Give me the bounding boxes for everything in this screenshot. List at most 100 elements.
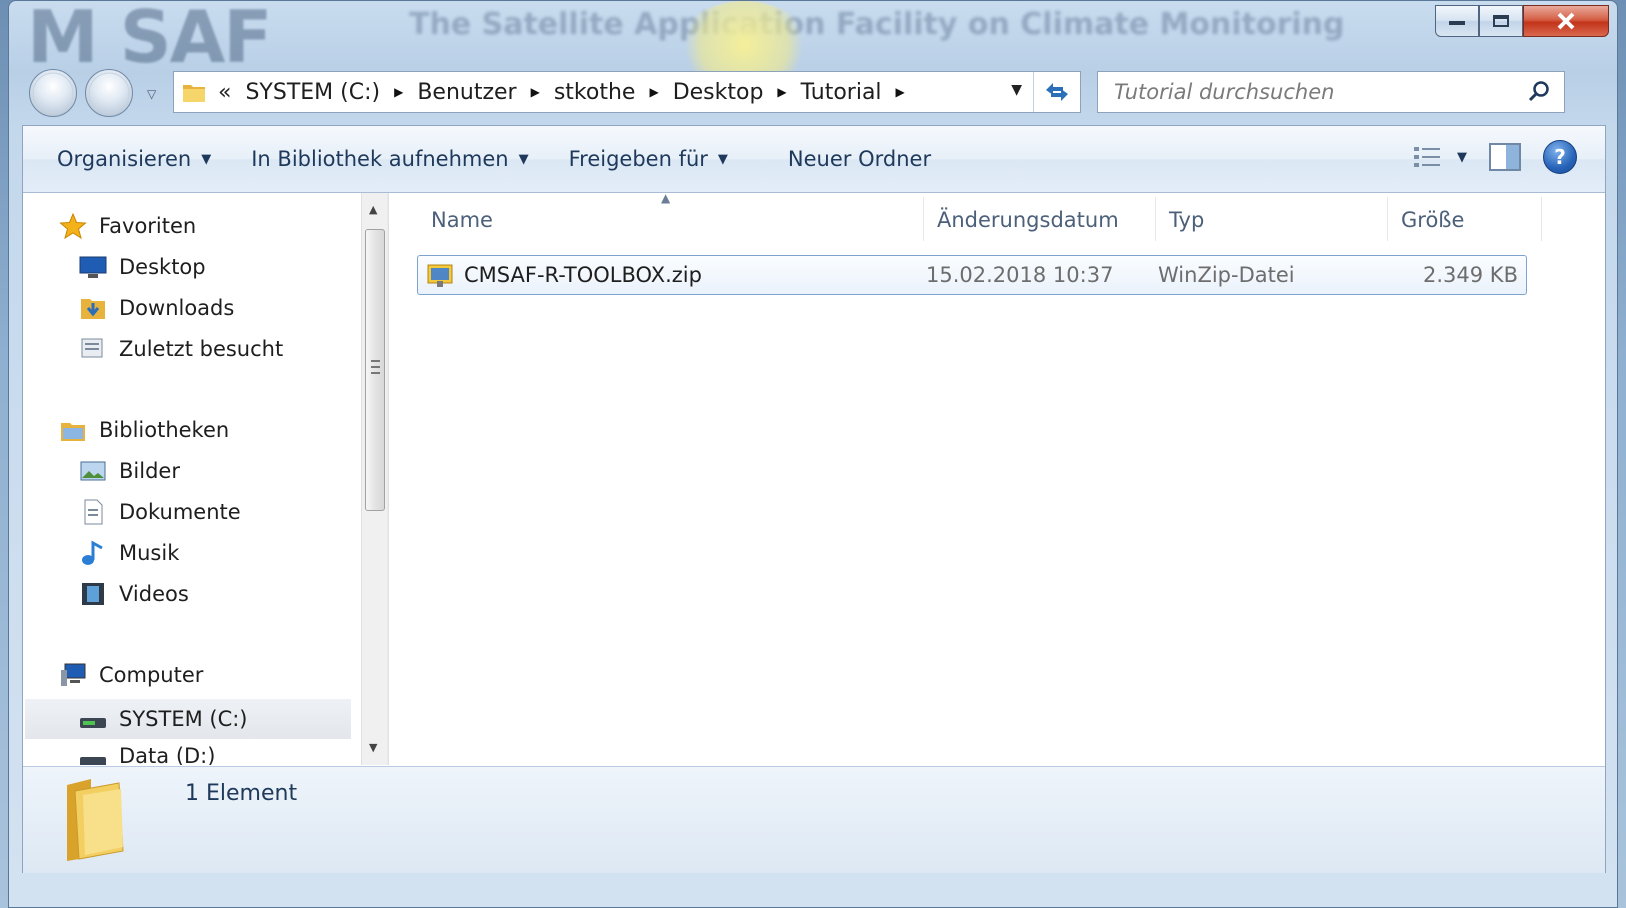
scroll-up-icon[interactable]: ▲ — [369, 203, 377, 216]
chevron-right-icon[interactable]: ▶ — [777, 85, 786, 99]
documents-icon — [84, 499, 103, 525]
new-folder-button[interactable]: Neuer Ordner — [788, 147, 931, 171]
include-in-library-button[interactable]: In Bibliothek aufnehmen ▼ — [251, 147, 528, 171]
grip-icon — [371, 360, 380, 374]
column-divider[interactable] — [1387, 197, 1388, 241]
nav-data-d[interactable]: Data (D:) — [79, 743, 215, 765]
column-divider[interactable] — [1541, 197, 1542, 241]
nav-system-c[interactable]: SYSTEM (C:) — [25, 699, 351, 739]
libraries-icon — [61, 423, 85, 441]
chevron-right-icon[interactable]: ▶ — [394, 85, 403, 99]
navigation-pane: Favoriten Desktop Downloads Zuletzt besu… — [23, 193, 385, 765]
column-divider[interactable] — [923, 197, 924, 241]
downloads-folder-icon — [81, 299, 105, 319]
nav-recent[interactable]: Zuletzt besucht — [79, 336, 283, 362]
nav-documents-label: Dokumente — [119, 500, 241, 524]
close-icon — [1557, 12, 1575, 30]
nav-music[interactable]: Musik — [79, 540, 179, 566]
nav-pictures[interactable]: Bilder — [79, 458, 180, 484]
forward-button[interactable] — [85, 69, 133, 117]
column-type[interactable]: Typ — [1169, 208, 1204, 232]
breadcrumb-overflow[interactable]: « — [218, 80, 231, 105]
close-button[interactable] — [1523, 5, 1609, 37]
breadcrumb-benutzer[interactable]: Benutzer — [417, 80, 516, 105]
change-view-button[interactable]: ▼ — [1413, 145, 1467, 169]
toolbar-right: ▼ ? — [1413, 140, 1577, 174]
help-icon[interactable]: ? — [1543, 140, 1577, 174]
search-icon[interactable] — [1528, 80, 1550, 102]
column-header-row: ▲ Name Änderungsdatum Typ Größe — [389, 191, 1605, 245]
search-input[interactable] — [1112, 79, 1496, 105]
chevron-right-icon[interactable]: ▶ — [896, 85, 905, 99]
minimize-icon — [1449, 21, 1465, 25]
column-modified[interactable]: Änderungsdatum — [937, 208, 1119, 232]
forward-arrow-icon — [88, 72, 130, 114]
command-bar: Organisieren ▼ In Bibliothek aufnehmen ▼… — [23, 126, 1605, 193]
breadcrumb-tutorial[interactable]: Tutorial — [801, 80, 882, 105]
nav-system-c-label: SYSTEM (C:) — [119, 707, 248, 731]
star-icon — [59, 213, 87, 239]
details-pane: 1 Element — [23, 766, 1605, 873]
address-history-dropdown[interactable]: ▼ — [1011, 82, 1022, 98]
organize-button[interactable]: Organisieren ▼ — [57, 147, 211, 171]
nav-computer[interactable]: Computer — [59, 662, 203, 688]
nav-documents[interactable]: Dokumente — [79, 499, 241, 525]
nav-videos[interactable]: Videos — [79, 581, 189, 607]
breadcrumb-desktop[interactable]: Desktop — [673, 80, 764, 105]
nav-recent-label: Zuletzt besucht — [119, 337, 284, 361]
explorer-content: Organisieren ▼ In Bibliothek aufnehmen ▼… — [22, 125, 1606, 873]
restore-icon — [1493, 15, 1509, 27]
videos-icon — [82, 583, 104, 605]
address-bar[interactable]: « SYSTEM (C:) ▶ Benutzer ▶ stkothe ▶ Des… — [173, 71, 1081, 113]
pictures-icon — [80, 461, 106, 481]
chevron-down-icon: ▼ — [518, 151, 529, 167]
search-box[interactable] — [1097, 71, 1565, 113]
nav-desktop-label: Desktop — [119, 255, 206, 279]
share-with-button[interactable]: Freigeben für ▼ — [569, 147, 728, 171]
minimize-button[interactable] — [1435, 5, 1479, 37]
drive-icon — [80, 757, 106, 765]
nav-favorites[interactable]: Favoriten — [59, 213, 196, 239]
breadcrumb-system-c[interactable]: SYSTEM (C:) — [245, 80, 380, 105]
nav-videos-label: Videos — [119, 582, 189, 606]
file-modified: 15.02.2018 10:37 — [926, 263, 1114, 287]
nav-pictures-label: Bilder — [119, 459, 180, 483]
chevron-right-icon[interactable]: ▶ — [531, 85, 540, 99]
nav-downloads-label: Downloads — [119, 296, 235, 320]
nav-desktop[interactable]: Desktop — [79, 254, 206, 280]
chevron-down-icon: ▼ — [201, 151, 212, 167]
breadcrumb-stkothe[interactable]: stkothe — [554, 80, 636, 105]
share-with-label: Freigeben für — [568, 147, 708, 171]
recent-places-icon — [81, 338, 103, 358]
drive-icon — [80, 718, 106, 728]
include-in-library-label: In Bibliothek aufnehmen — [251, 147, 509, 171]
column-size[interactable]: Größe — [1401, 208, 1464, 232]
nav-libraries-label: Bibliotheken — [99, 418, 230, 442]
recent-pages-dropdown[interactable]: ▽ — [147, 87, 156, 101]
nav-favorites-label: Favoriten — [99, 214, 197, 238]
music-icon — [82, 540, 103, 565]
view-options-icon — [1414, 147, 1440, 167]
preview-pane-icon[interactable] — [1489, 143, 1521, 171]
scroll-down-icon[interactable]: ▼ — [369, 741, 377, 754]
table-row[interactable]: CMSAF-R-TOOLBOX.zip 15.02.2018 10:37 Win… — [417, 255, 1527, 295]
maximize-button[interactable] — [1479, 5, 1523, 37]
pane-divider[interactable] — [387, 193, 388, 765]
organize-label: Organisieren — [57, 147, 192, 171]
explorer-window: M SAF The Satellite Application Facility… — [8, 0, 1618, 908]
refresh-icon — [1046, 83, 1068, 101]
column-divider[interactable] — [1155, 197, 1156, 241]
caption-buttons — [1435, 5, 1609, 37]
nav-computer-label: Computer — [99, 663, 204, 687]
back-button[interactable] — [29, 69, 77, 117]
file-type: WinZip-Datei — [1158, 263, 1295, 287]
nav-scrollbar[interactable]: ▲ ▼ — [361, 193, 389, 765]
refresh-button[interactable] — [1033, 72, 1080, 112]
nav-downloads[interactable]: Downloads — [79, 295, 234, 321]
background-title: The Satellite Application Facility on Cl… — [409, 7, 1345, 42]
nav-libraries[interactable]: Bibliotheken — [59, 417, 229, 443]
column-name[interactable]: Name — [431, 208, 493, 232]
scroll-thumb[interactable] — [365, 229, 385, 511]
chevron-right-icon[interactable]: ▶ — [649, 85, 658, 99]
folder-icon — [67, 779, 124, 861]
